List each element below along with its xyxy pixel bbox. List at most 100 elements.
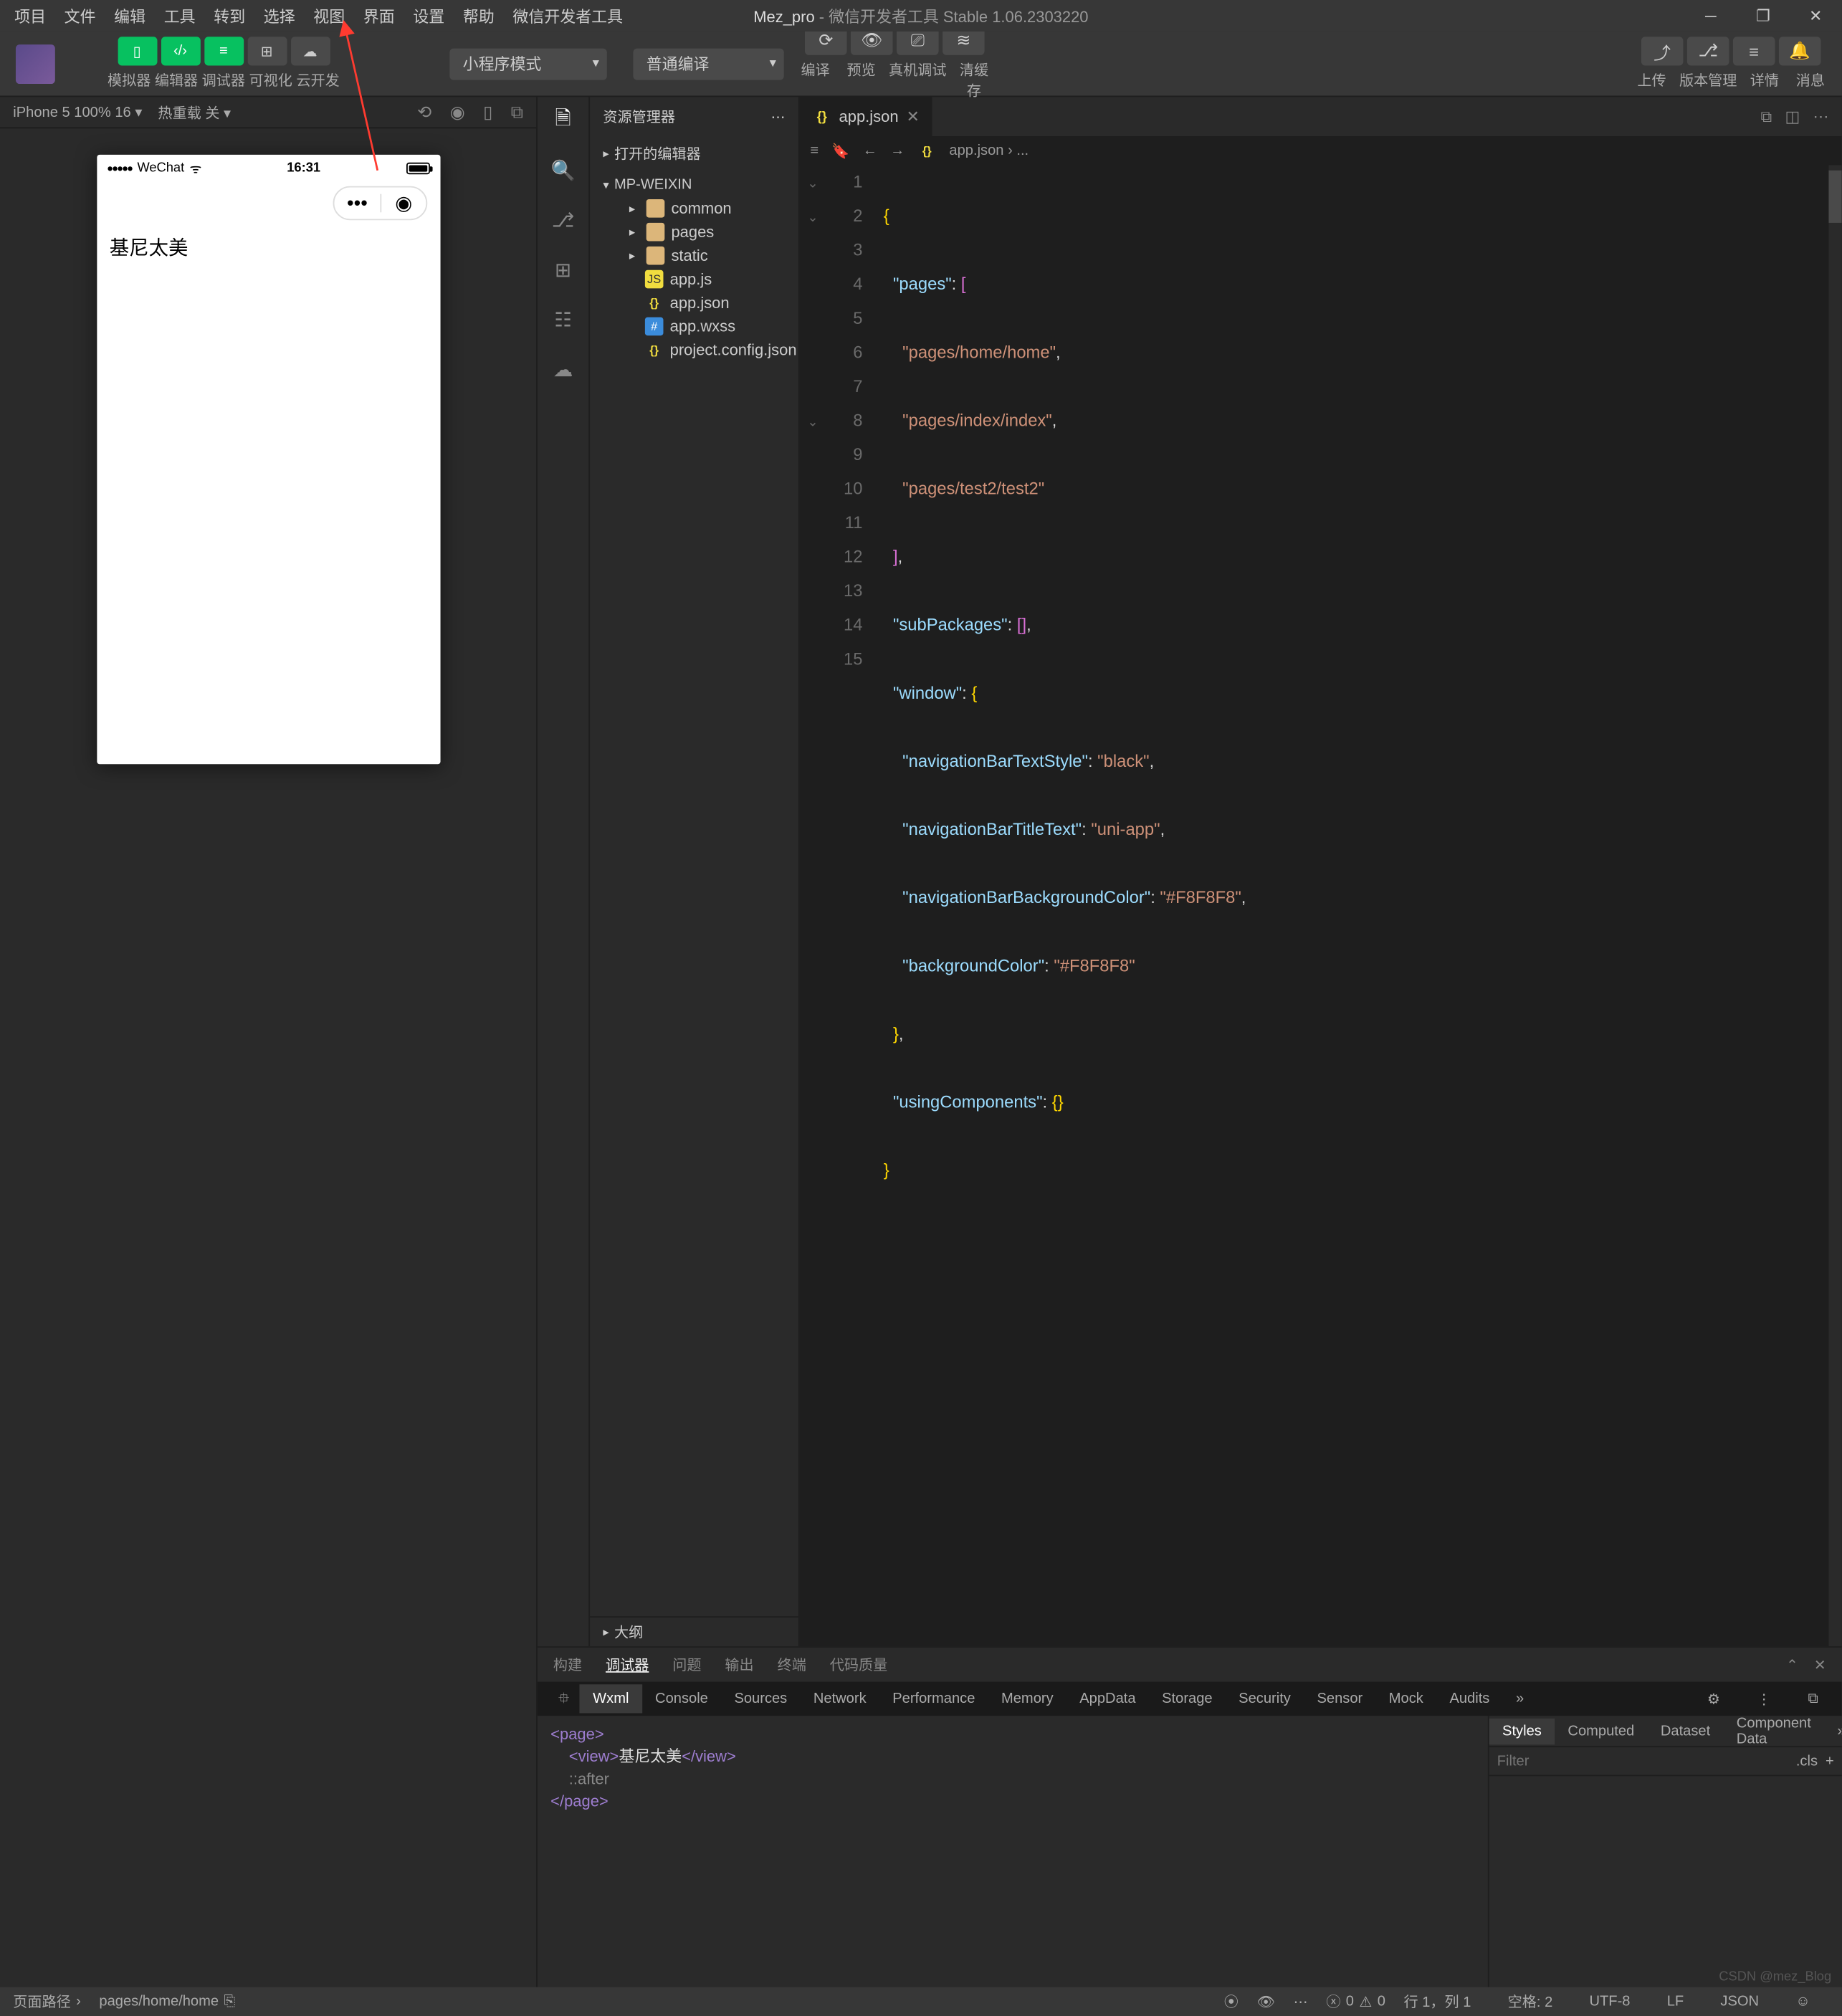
menu-file[interactable]: 文件 xyxy=(55,1,105,31)
explorer-icon[interactable]: 🗎 xyxy=(538,105,589,136)
menu-select[interactable]: 选择 xyxy=(254,1,305,31)
tab-output[interactable]: 输出 xyxy=(725,1654,753,1675)
fold-2[interactable]: ⌄ xyxy=(800,202,826,237)
styles-filter-input[interactable] xyxy=(1497,1753,1791,1769)
tabs-overflow[interactable]: » xyxy=(1503,1684,1537,1713)
explorer-more-icon[interactable]: ⋯ xyxy=(770,108,785,125)
tab-build[interactable]: 构建 xyxy=(553,1654,582,1675)
menu-goto[interactable]: 转到 xyxy=(204,1,254,31)
editor-toggle[interactable]: ‹/› xyxy=(161,37,200,65)
messages-button[interactable]: 🔔 xyxy=(1779,37,1821,65)
file-project-config[interactable]: {}project.config.json xyxy=(590,338,798,362)
menu-wechat-devtools[interactable]: 微信开发者工具 xyxy=(504,1,632,31)
tab-audits[interactable]: Audits xyxy=(1436,1684,1503,1713)
cls-toggle[interactable]: .cls xyxy=(1796,1753,1818,1769)
tab-wxml[interactable]: Wxml xyxy=(580,1684,642,1713)
compare-icon[interactable]: ⧉ xyxy=(1760,107,1772,126)
file-app-js[interactable]: JSapp.js xyxy=(590,267,798,291)
open-editors-section[interactable]: 打开的编辑器 xyxy=(590,139,798,168)
debugger-toggle[interactable]: ≡ xyxy=(204,37,243,65)
code-body[interactable]: ⌄ ⌄ ⌄ 123 456 789 101112 131415 { xyxy=(800,165,1842,1646)
breadcrumb-path[interactable]: app.json › ... xyxy=(949,143,1029,158)
menu-settings[interactable]: 设置 xyxy=(404,1,454,31)
simulator-toggle[interactable]: ▯ xyxy=(118,37,157,65)
tab-security[interactable]: Security xyxy=(1226,1684,1304,1713)
close-panel-icon[interactable]: ✕ xyxy=(1814,1656,1826,1673)
menu-interface[interactable]: 界面 xyxy=(354,1,404,31)
inspect-icon[interactable]: ⯐ xyxy=(548,1680,580,1718)
version-button[interactable]: ⎇ xyxy=(1687,37,1729,65)
sb-more-icon[interactable]: ⋯ xyxy=(1294,1993,1308,2010)
folder-static[interactable]: ▸static xyxy=(590,244,798,267)
visualize-toggle[interactable]: ⊞ xyxy=(247,37,287,65)
menu-project[interactable]: 项目 xyxy=(5,1,55,31)
menu-edit[interactable]: 编辑 xyxy=(105,1,155,31)
refresh-icon[interactable]: ⟲ xyxy=(417,102,431,123)
menu-tools[interactable]: 工具 xyxy=(155,1,205,31)
close-button[interactable]: ✕ xyxy=(1790,0,1842,32)
tab-dataset[interactable]: Dataset xyxy=(1648,1718,1724,1744)
maximize-button[interactable]: ❐ xyxy=(1737,0,1789,32)
upload-button[interactable]: ⤴ xyxy=(1641,37,1684,65)
phone-icon[interactable]: ▯ xyxy=(483,102,492,123)
sb-errors[interactable]: ⓧ 0 ⚠ 0 xyxy=(1326,1991,1385,2012)
cursor-position[interactable]: 行 1，列 1 xyxy=(1404,1991,1471,2012)
code-scrollbar[interactable] xyxy=(1828,165,1841,1646)
ext-icon[interactable]: ⊞ xyxy=(538,254,589,286)
tab-problems[interactable]: 问题 xyxy=(672,1654,701,1675)
add-rule[interactable]: + xyxy=(1826,1753,1834,1769)
tab-appdata[interactable]: AppData xyxy=(1066,1684,1149,1713)
folder-common[interactable]: ▸common xyxy=(590,196,798,220)
code-content[interactable]: { "pages": [ "pages/home/home", "pages/i… xyxy=(878,165,1841,1646)
outline-section[interactable]: 大纲 xyxy=(590,1618,798,1646)
project-section[interactable]: MP-WEIXIN xyxy=(590,173,798,196)
encoding[interactable]: UTF-8 xyxy=(1589,1991,1630,2012)
eol[interactable]: LF xyxy=(1667,1991,1684,2012)
tab-quality[interactable]: 代码质量 xyxy=(830,1654,887,1675)
wxml-tree[interactable]: <page> <view>基尼太美</view> ::after </page> xyxy=(538,1716,1488,1987)
tab-debugger[interactable]: 调试器 xyxy=(606,1654,649,1675)
tab-network[interactable]: Network xyxy=(801,1684,879,1713)
tab-styles[interactable]: Styles xyxy=(1489,1718,1555,1744)
db-icon[interactable]: ☷ xyxy=(538,304,589,335)
back-icon[interactable]: ← xyxy=(863,142,877,159)
tab-component-data[interactable]: Component Data xyxy=(1724,1710,1825,1752)
bookmark-icon[interactable]: 🔖 xyxy=(831,142,849,159)
split-icon[interactable]: ◫ xyxy=(1785,107,1800,126)
cloud-dev-toggle[interactable]: ☁ xyxy=(290,37,330,65)
search-icon[interactable]: 🔍 xyxy=(538,155,589,186)
device-simulator[interactable]: ●●●●●WeChatᯤ 16:31 •••◉ 基尼太美 xyxy=(96,155,439,764)
menu-view[interactable]: 视图 xyxy=(304,1,354,31)
folder-pages[interactable]: ▸pages xyxy=(590,220,798,244)
details-button[interactable]: ≡ xyxy=(1733,37,1775,65)
minimize-button[interactable]: ─ xyxy=(1684,0,1737,32)
home-icon[interactable]: ◉ xyxy=(450,102,465,123)
tab-storage[interactable]: Storage xyxy=(1149,1684,1226,1713)
branch-icon[interactable]: ⎇ xyxy=(538,204,589,236)
list-icon[interactable]: ≡ xyxy=(810,142,819,159)
tab-computed[interactable]: Computed xyxy=(1555,1718,1647,1744)
tab-memory[interactable]: Memory xyxy=(988,1684,1066,1713)
tab-performance[interactable]: Performance xyxy=(879,1684,988,1713)
sb-eye-icon[interactable]: ⦿ xyxy=(1224,1991,1239,2012)
device-dropdown[interactable]: iPhone 5 100% 16 xyxy=(13,103,142,120)
page-path-label[interactable]: 页面路径› xyxy=(13,1991,81,2012)
language-mode[interactable]: JSON xyxy=(1720,1991,1759,2012)
sb-preview-icon[interactable]: 👁 xyxy=(1256,1993,1275,2010)
styles-overflow[interactable]: » xyxy=(1824,1718,1842,1744)
forward-icon[interactable]: → xyxy=(890,142,905,159)
tab-mock[interactable]: Mock xyxy=(1376,1684,1437,1713)
capsule-button[interactable]: •••◉ xyxy=(333,186,426,221)
copy-icon[interactable]: ⎘ xyxy=(224,1993,235,2010)
fold-1[interactable]: ⌄ xyxy=(800,168,826,202)
fold-8[interactable]: ⌄ xyxy=(800,406,826,441)
file-app-json[interactable]: {}app.json xyxy=(590,291,798,315)
tab-terminal[interactable]: 终端 xyxy=(778,1654,806,1675)
indent-info[interactable]: 空格: 2 xyxy=(1508,1991,1553,2012)
popout-icon[interactable]: ⧉ xyxy=(511,102,523,123)
collapse-icon[interactable]: ⌃ xyxy=(1786,1656,1798,1673)
more-tab-icon[interactable]: ⋯ xyxy=(1813,107,1829,126)
cloud-icon[interactable]: ☁ xyxy=(538,354,589,386)
tab-app-json[interactable]: {} app.json ✕ xyxy=(800,97,933,136)
user-avatar[interactable] xyxy=(16,44,55,83)
